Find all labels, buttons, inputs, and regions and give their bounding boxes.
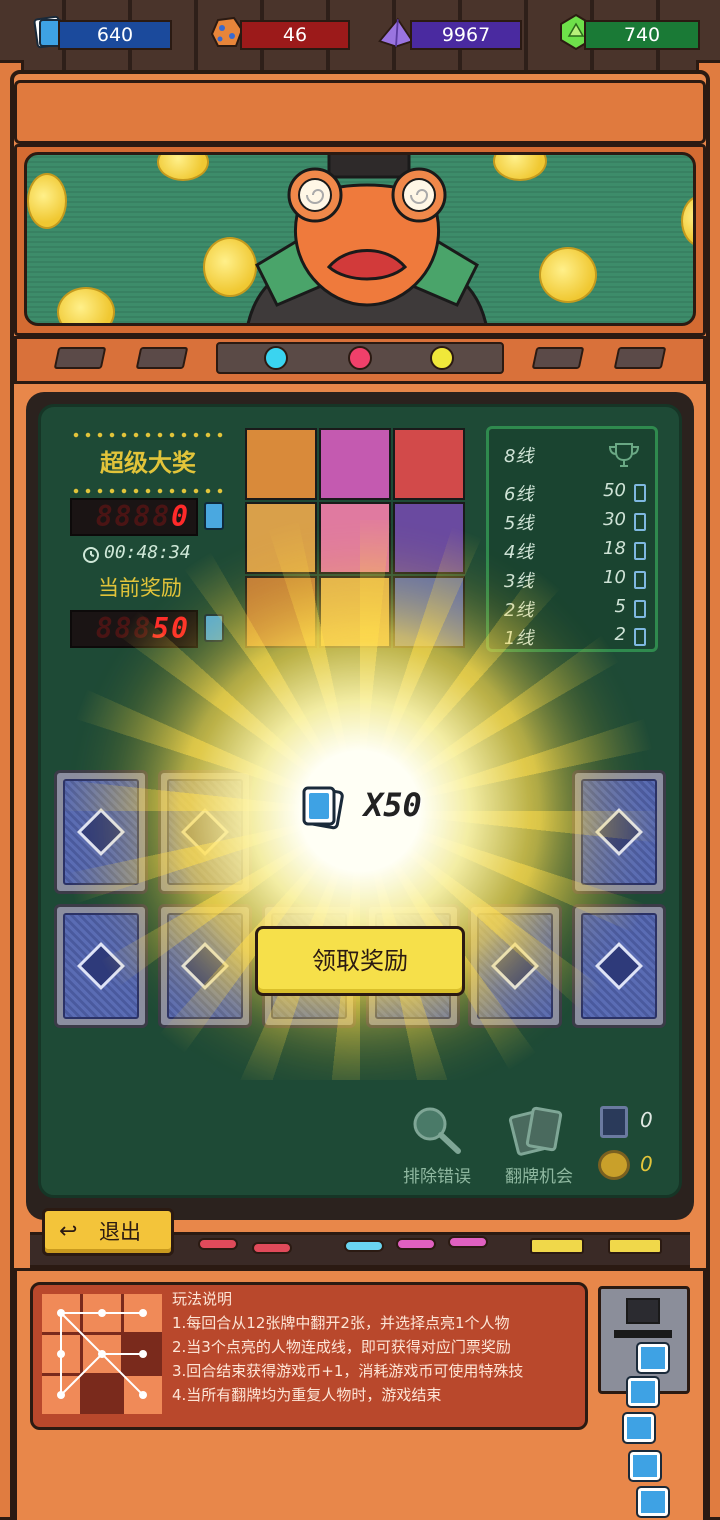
coin: [539, 247, 597, 303]
arcade-button[interactable]: [252, 1242, 292, 1254]
decor-slot: [53, 347, 107, 369]
rule-item: 2.当3个点亮的人物连成线，即可获得对应门票奖励: [172, 1338, 511, 1356]
dispenser-slot: [614, 1330, 672, 1338]
pay-row: 1线 2: [500, 624, 646, 650]
red-light: [348, 346, 372, 370]
yellow-light: [430, 346, 454, 370]
card-back[interactable]: [468, 904, 562, 1028]
claim-reward-button[interactable]: 领取奖励: [255, 926, 465, 996]
coin: [681, 195, 693, 247]
arcade-button[interactable]: [344, 1240, 384, 1252]
current-reward-display: 88850: [70, 610, 198, 648]
crystal-counter: 9967: [410, 20, 522, 50]
card-back[interactable]: [572, 904, 666, 1028]
portrait-wizard: [393, 576, 465, 648]
cards-icon[interactable]: [506, 1104, 566, 1158]
ticket-icon: [626, 1376, 660, 1408]
portrait-witch: [393, 502, 465, 574]
current-reward-label: 当前奖励: [98, 576, 182, 600]
pay-row: 3线 10: [500, 567, 646, 593]
pay-row: 4线 18: [500, 538, 646, 564]
card-back[interactable]: [54, 770, 148, 894]
ticket-icon: [302, 786, 344, 830]
rule-item: 1.每回合从12张牌中翻开2张，并选择点亮1个人物: [172, 1314, 510, 1332]
frog-host-character: [246, 155, 488, 323]
portrait-blonde: [245, 502, 317, 574]
ore-counter: 46: [240, 20, 350, 50]
ticket-icon: [636, 1486, 670, 1518]
tickets-counter: 640: [58, 20, 172, 50]
currency-bar: [14, 80, 706, 144]
card-back[interactable]: [572, 770, 666, 894]
flip-chance-label: 翻牌机会: [505, 1167, 573, 1187]
pay-row: 5线 30: [500, 509, 646, 535]
reward-amount: X50: [364, 786, 422, 824]
portrait-pink-hair: [319, 428, 391, 500]
remove-error-label: 排除错误: [403, 1167, 471, 1187]
return-arrow-icon: ↩: [59, 1219, 78, 1244]
portrait-pink-girl: [319, 502, 391, 574]
arcade-button[interactable]: [530, 1238, 584, 1254]
coin: [27, 173, 67, 229]
rule-item: 3.回合结束获得游戏币+1，消耗游戏币可使用特殊技: [172, 1362, 524, 1380]
ticket-icon: [622, 1412, 656, 1444]
arcade-button[interactable]: [608, 1238, 662, 1254]
coin: [493, 155, 547, 181]
pay-row: 6线 50: [500, 480, 646, 506]
rule-item: 4.当所有翻牌均为重复人物时，游戏结束: [172, 1386, 442, 1404]
portrait-golden-hair: [319, 576, 391, 648]
card-back[interactable]: [158, 770, 252, 894]
rules-grid-illustration: [42, 1294, 162, 1414]
pay-row: 2线 5: [500, 596, 646, 622]
jackpot-title: 超级大奖: [100, 449, 196, 477]
portrait-cowboy: [245, 576, 317, 648]
card-back[interactable]: [54, 904, 148, 1028]
clock-icon: [83, 547, 99, 563]
arcade-button[interactable]: [396, 1238, 436, 1250]
character-grid: [245, 428, 467, 650]
ticket-icon: [636, 1342, 670, 1374]
gem-counter: 740: [584, 20, 700, 50]
magnifier-icon[interactable]: [408, 1104, 466, 1156]
coin-icon: [598, 1150, 630, 1180]
arcade-button[interactable]: [448, 1236, 488, 1248]
ticket-count: 0: [640, 1108, 653, 1132]
ticket-icon: [204, 614, 224, 642]
arcade-button[interactable]: [198, 1238, 238, 1250]
countdown-timer: 00:48:34: [104, 542, 191, 563]
jackpot-display: 88880: [70, 498, 198, 536]
decor-slot: [613, 347, 667, 369]
ticket-icon: [600, 1106, 628, 1138]
rules-title: 玩法说明: [172, 1290, 233, 1308]
top-screen: [24, 152, 696, 326]
exit-button[interactable]: ↩ 退出: [42, 1208, 174, 1256]
decor-slot: [531, 347, 585, 369]
decor-slot: [135, 347, 189, 369]
dispenser-screen: [626, 1298, 660, 1324]
portrait-pirate: [245, 428, 317, 500]
card-back[interactable]: [158, 904, 252, 1028]
cyan-light: [264, 346, 288, 370]
ticket-icon: [628, 1450, 662, 1482]
ticket-icon: [204, 502, 224, 530]
trophy-icon: [608, 443, 640, 467]
coin-count: 0: [640, 1152, 653, 1176]
portrait-red-hair: [393, 428, 465, 500]
coin: [57, 287, 115, 323]
coin: [157, 155, 209, 181]
